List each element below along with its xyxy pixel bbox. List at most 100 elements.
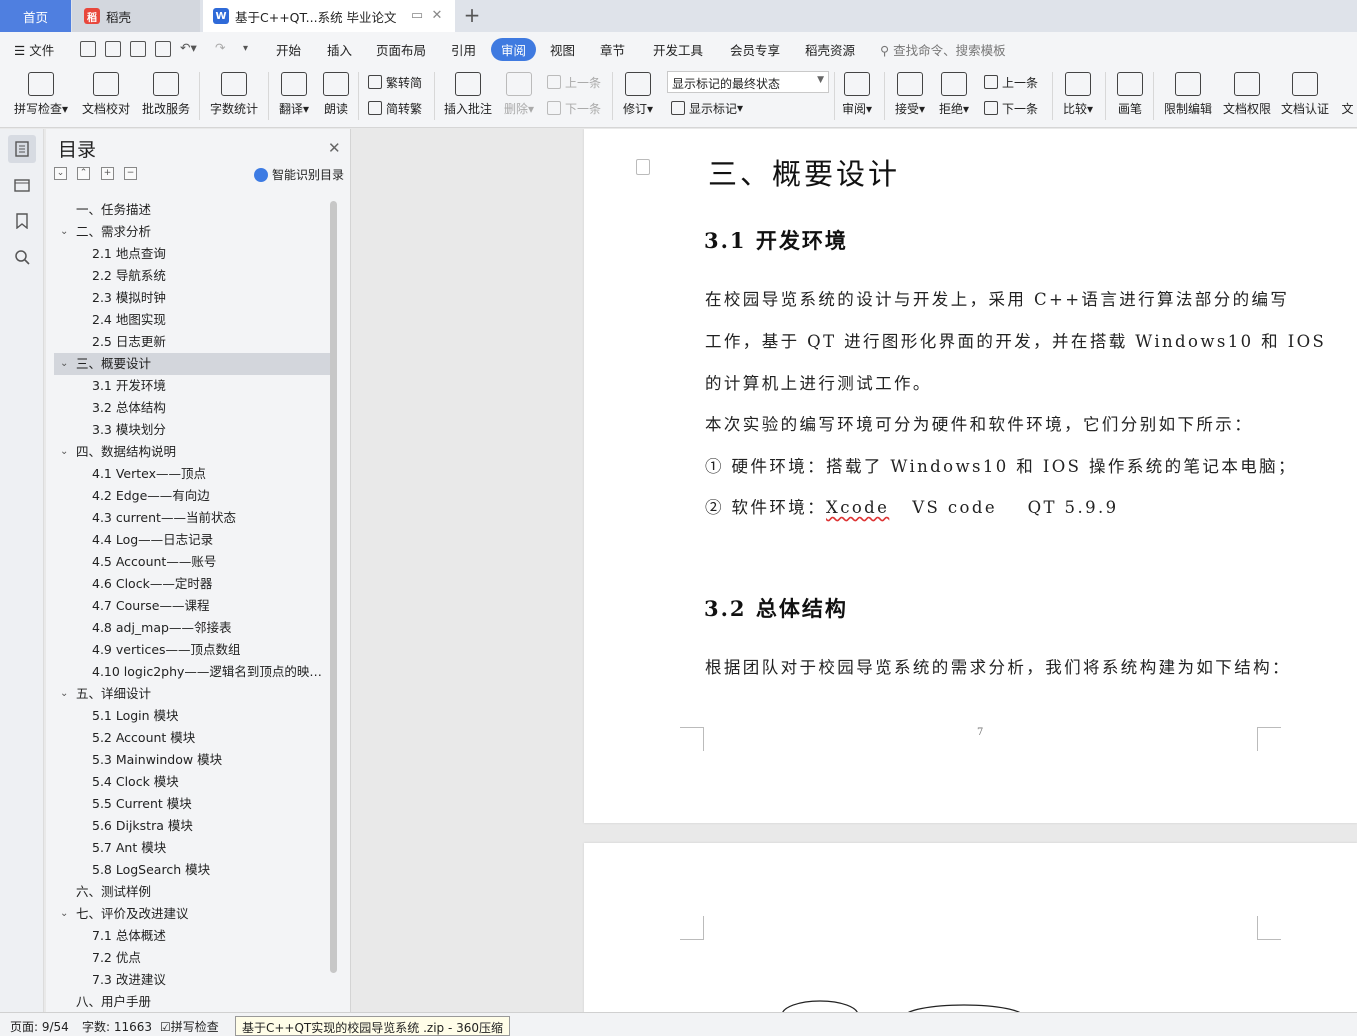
menu-member[interactable]: 会员专享 <box>730 40 780 59</box>
toc-item[interactable]: 5.2 Account 模块 <box>54 727 330 749</box>
close-tab-icon[interactable]: ✕ <box>429 8 445 24</box>
toc-item[interactable]: 5.4 Clock 模块 <box>54 771 330 793</box>
toc-item[interactable]: ⌄ 三、概要设计 <box>54 353 330 375</box>
print-icon[interactable] <box>130 41 146 57</box>
trad-to-simp-button[interactable]: 繁转简 <box>368 72 422 92</box>
markup-display-select[interactable]: 显示标记的最终状态 ▼ <box>667 71 829 93</box>
toc-item[interactable]: 一、任务描述 <box>54 199 330 221</box>
document-page[interactable]: 三、概要设计 3.1 开发环境 在校园导览系统的设计与开发上，采用 C++语言进… <box>584 129 1357 823</box>
chevron-down-icon[interactable]: ⌄ <box>60 353 68 375</box>
toc-item[interactable]: 4.8 adj_map——邻接表 <box>54 617 330 639</box>
toc-item[interactable]: 4.6 Clock——定时器 <box>54 573 330 595</box>
close-icon[interactable]: ✕ <box>328 139 341 157</box>
toc-scrollbar[interactable] <box>330 201 337 973</box>
toc-item[interactable]: 5.3 Mainwindow 模块 <box>54 749 330 771</box>
accept-button[interactable]: 接受▾ <box>890 66 930 126</box>
toc-item[interactable]: 5.5 Current 模块 <box>54 793 330 815</box>
menu-developer[interactable]: 开发工具 <box>653 40 703 59</box>
next-comment-button[interactable]: 下一条 <box>547 98 601 118</box>
menu-insert[interactable]: 插入 <box>327 40 352 59</box>
prev-comment-button[interactable]: 上一条 <box>547 72 601 92</box>
spell-check-status[interactable]: ☑拼写检查 <box>160 1018 219 1035</box>
toc-item[interactable]: 六、测试样例 <box>54 881 330 903</box>
tab-home[interactable]: 首页 <box>0 0 71 32</box>
toc-item[interactable]: 5.7 Ant 模块 <box>54 837 330 859</box>
review-pane-button[interactable]: 审阅▾ <box>838 66 876 126</box>
redo-icon[interactable]: ↷ <box>215 40 225 55</box>
chevron-down-icon[interactable]: ⌄ <box>60 903 68 925</box>
toc-item[interactable]: 2.4 地图实现 <box>54 309 330 331</box>
toc-item[interactable]: 3.2 总体结构 <box>54 397 330 419</box>
misspelled-word[interactable]: Xcode <box>826 498 889 517</box>
toc-item[interactable]: 3.1 开发环境 <box>54 375 330 397</box>
delete-comment-button[interactable]: 删除▾ <box>500 66 538 126</box>
show-markup-button[interactable]: 显示标记 ▾ <box>671 98 743 118</box>
file-menu[interactable]: ☰ 文件 <box>14 40 54 59</box>
tab-document[interactable]: W 基于C++QT...系统 毕业论文 ▭ ✕ <box>203 0 455 32</box>
smart-toc-button[interactable]: 智能识别目录 <box>254 166 344 183</box>
menu-page-layout[interactable]: 页面布局 <box>376 40 426 59</box>
insert-comment-button[interactable]: 插入批注 <box>440 66 496 126</box>
toc-item[interactable]: 4.2 Edge——有向边 <box>54 485 330 507</box>
simp-to-trad-button[interactable]: 简转繁 <box>368 98 422 118</box>
menu-start[interactable]: 开始 <box>276 40 301 59</box>
menu-review[interactable]: 审阅 <box>491 38 537 61</box>
toc-item[interactable]: 7.3 改进建议 <box>54 969 330 991</box>
toc-item[interactable]: 2.1 地点查询 <box>54 243 330 265</box>
new-tab-button[interactable]: + <box>462 4 482 28</box>
export-pdf-icon[interactable] <box>105 41 121 57</box>
toc-item[interactable]: 3.3 模块划分 <box>54 419 330 441</box>
tab-daoke[interactable]: 稻 稻壳 <box>72 0 200 32</box>
document-page-next[interactable] <box>584 843 1357 1012</box>
menu-references[interactable]: 引用 <box>451 40 476 59</box>
remove-heading-icon[interactable]: − <box>124 167 137 180</box>
chevron-down-icon[interactable]: ⌄ <box>60 441 68 463</box>
quick-access-more-icon[interactable]: ▾ <box>243 43 248 54</box>
doc-proof-button[interactable]: 文档校对 <box>78 66 134 126</box>
toc-panel-icon[interactable] <box>8 135 36 163</box>
toc-item[interactable]: 4.3 current——当前状态 <box>54 507 330 529</box>
toc-item[interactable]: ⌄ 五、详细设计 <box>54 683 330 705</box>
toc-item[interactable]: 4.4 Log——日志记录 <box>54 529 330 551</box>
expand-up-icon[interactable]: ⌃ <box>77 167 90 180</box>
save-icon[interactable] <box>80 41 96 57</box>
page-indicator[interactable]: 页面: 9/54 <box>10 1018 69 1035</box>
toc-item[interactable]: ⌄ 七、评价及改进建议 <box>54 903 330 925</box>
toc-item[interactable]: ⌄ 四、数据结构说明 <box>54 441 330 463</box>
word-count-indicator[interactable]: 字数: 11663 <box>82 1018 152 1035</box>
menu-docer-resources[interactable]: 稻壳资源 <box>805 40 855 59</box>
toc-item[interactable]: 5.8 LogSearch 模块 <box>54 859 330 881</box>
chapter-nav-icon[interactable] <box>8 171 36 199</box>
toc-item[interactable]: 4.1 Vertex——顶点 <box>54 463 330 485</box>
toc-item[interactable]: 八、用户手册 <box>54 991 330 1009</box>
chevron-down-icon[interactable]: ⌄ <box>60 683 68 705</box>
more-ribbon-button[interactable]: 文 <box>1338 66 1357 126</box>
chevron-down-icon[interactable]: ⌄ <box>60 221 68 243</box>
toc-item[interactable]: 2.3 模拟时钟 <box>54 287 330 309</box>
reject-button[interactable]: 拒绝▾ <box>934 66 974 126</box>
collapse-all-icon[interactable]: ⌄ <box>54 167 67 180</box>
pin-tab-icon[interactable]: ▭ <box>409 8 425 24</box>
menu-view[interactable]: 视图 <box>550 40 575 59</box>
toc-item[interactable]: 4.7 Course——课程 <box>54 595 330 617</box>
paragraph-options-icon[interactable] <box>636 159 650 175</box>
doc-permission-button[interactable]: 文档权限 <box>1220 66 1274 126</box>
pen-button[interactable]: 画笔 <box>1112 66 1148 126</box>
compare-button[interactable]: 比较▾ <box>1058 66 1098 126</box>
find-panel-icon[interactable] <box>8 243 36 271</box>
toc-item[interactable]: 2.2 导航系统 <box>54 265 330 287</box>
print-preview-icon[interactable] <box>155 41 171 57</box>
word-count-button[interactable]: 字数统计 <box>206 66 262 126</box>
toc-item[interactable]: 7.1 总体概述 <box>54 925 330 947</box>
read-aloud-button[interactable]: 朗读 <box>318 66 354 126</box>
add-heading-icon[interactable]: + <box>101 167 114 180</box>
toc-item[interactable]: 5.1 Login 模块 <box>54 705 330 727</box>
doc-auth-button[interactable]: 文档认证 <box>1278 66 1332 126</box>
menu-chapter[interactable]: 章节 <box>600 40 625 59</box>
prev-change-button[interactable]: 上一条 <box>984 72 1038 92</box>
toc-item[interactable]: 2.5 日志更新 <box>54 331 330 353</box>
toc-item[interactable]: 4.9 vertices——顶点数组 <box>54 639 330 661</box>
batch-service-button[interactable]: 批改服务 <box>138 66 194 126</box>
command-search[interactable]: ⚲ 查找命令、搜索模板 <box>880 40 1006 59</box>
bookmark-panel-icon[interactable] <box>8 207 36 235</box>
